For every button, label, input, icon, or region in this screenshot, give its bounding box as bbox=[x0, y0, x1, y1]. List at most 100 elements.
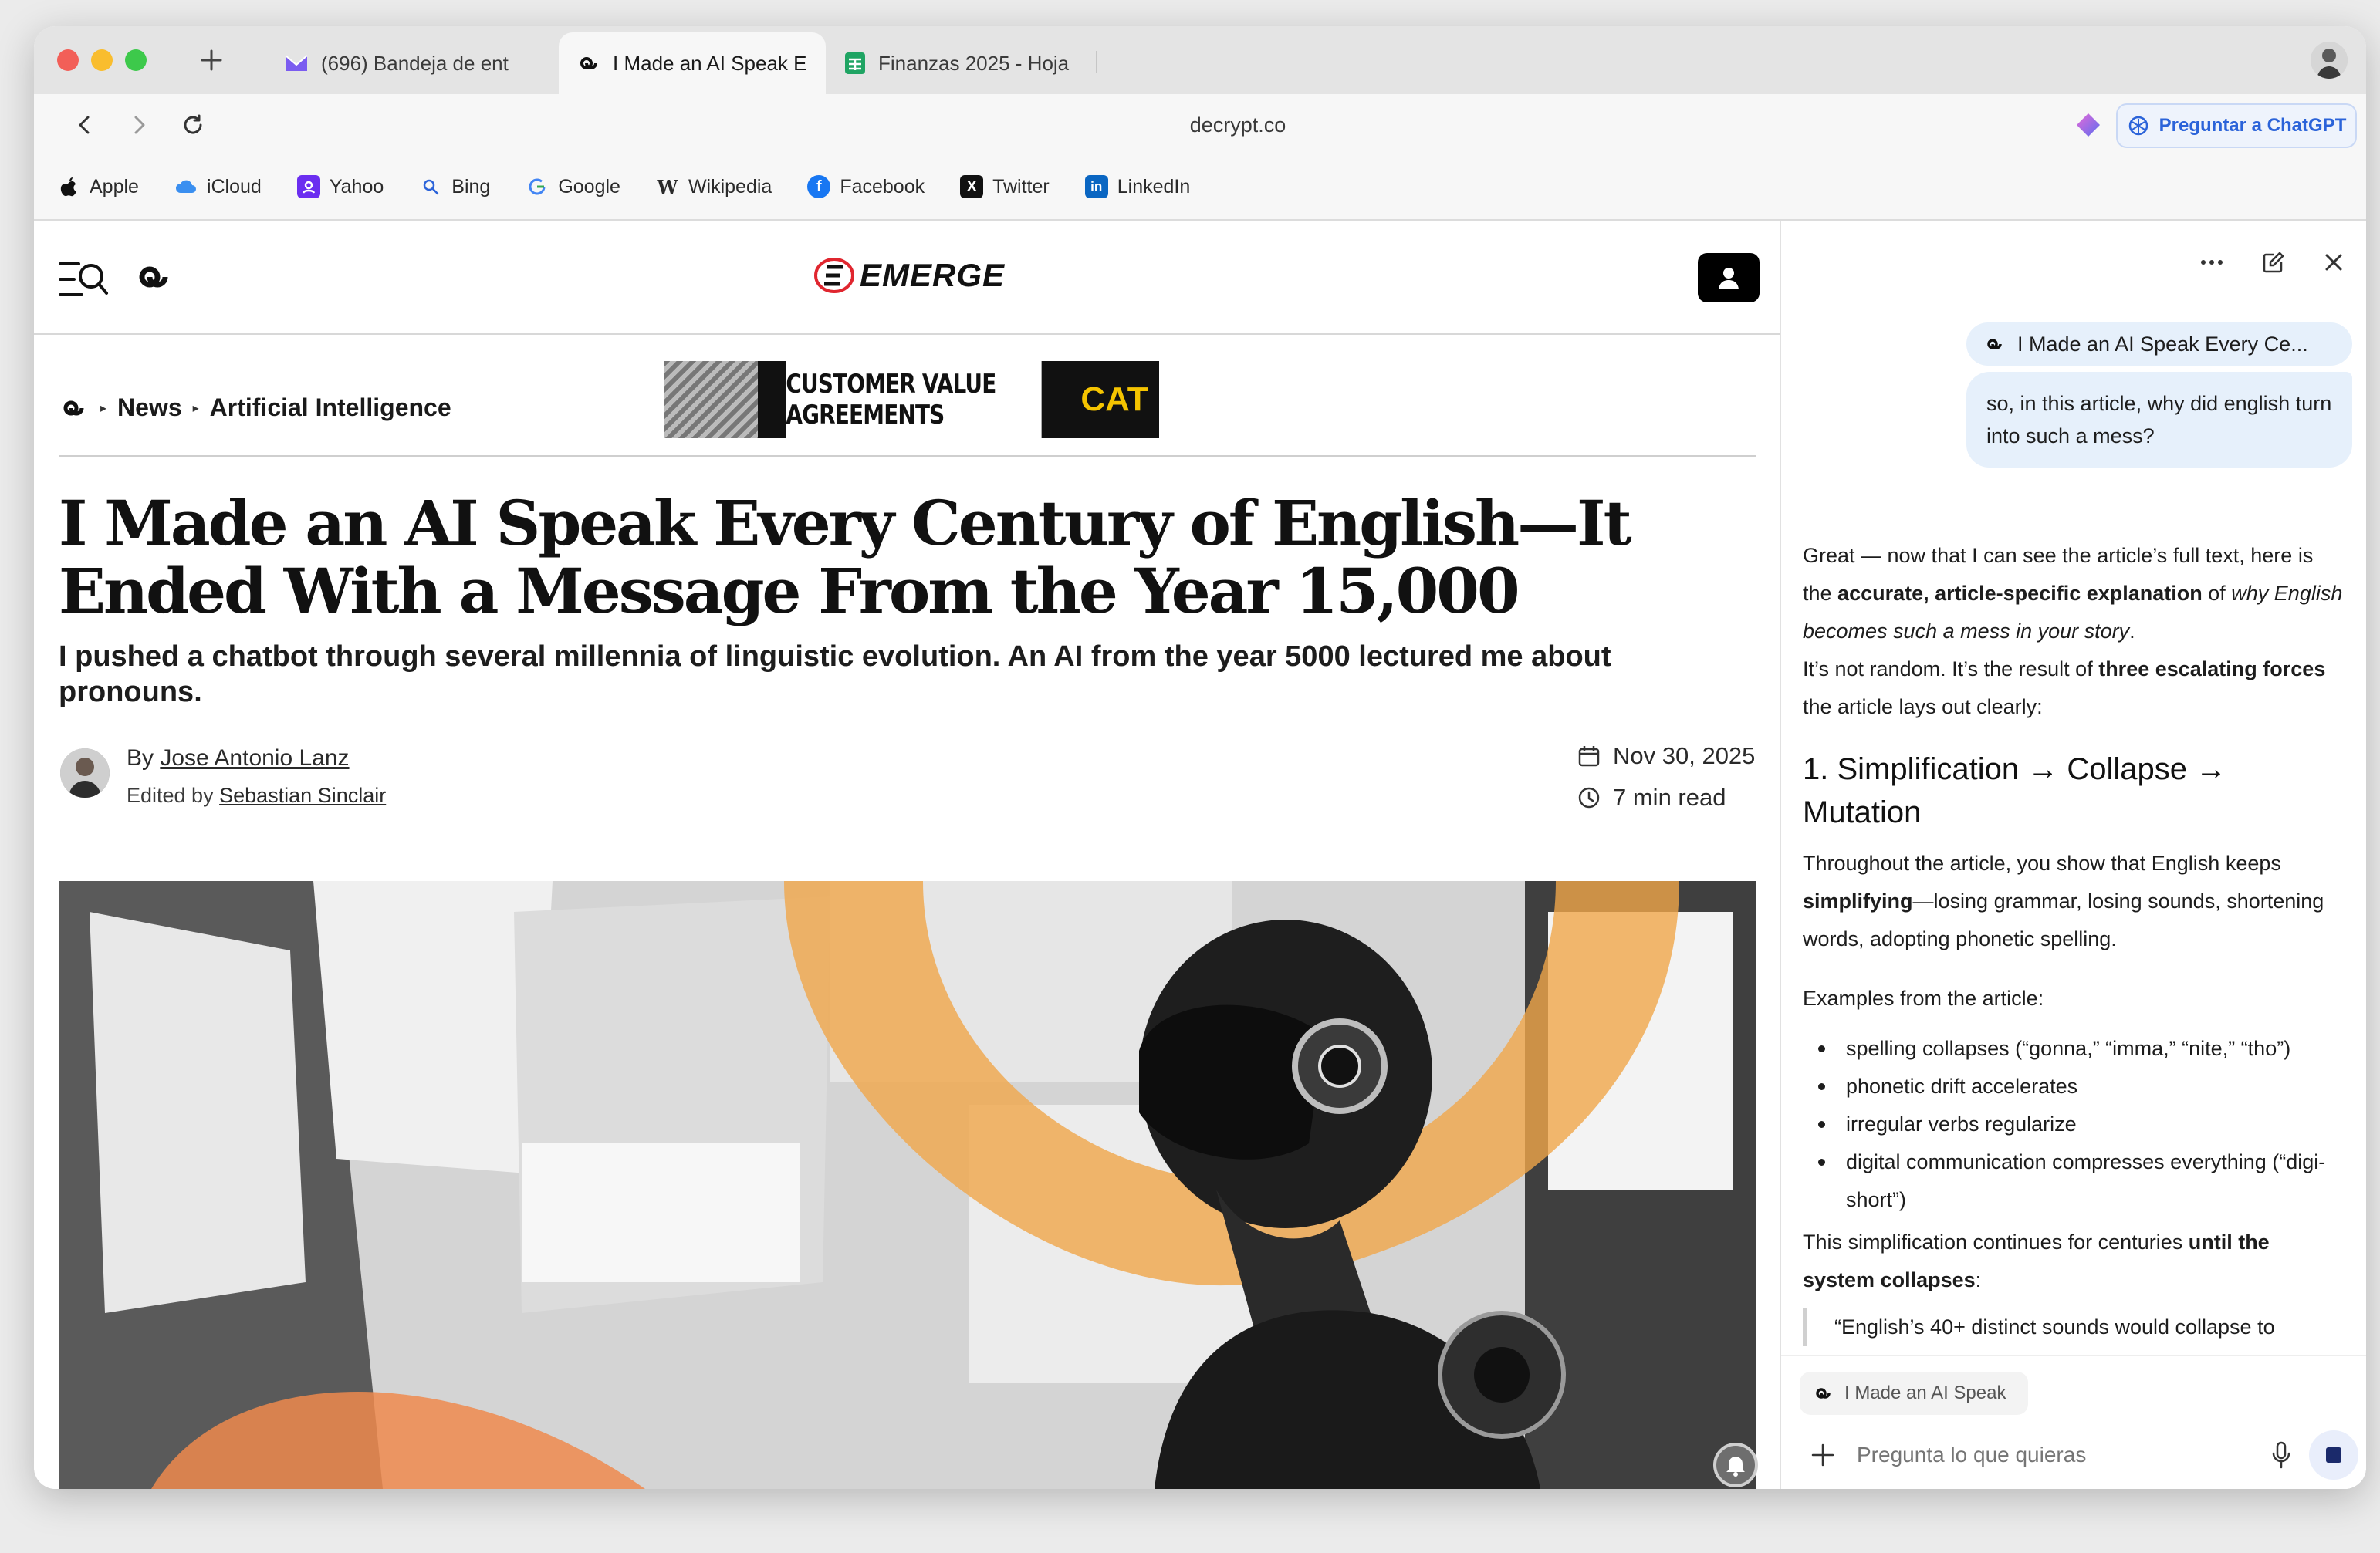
ad-headline: CUSTOMER VALUE AGREEMENTS bbox=[786, 361, 1042, 438]
toolbar: decrypt.co Preguntar a ChatGPT bbox=[34, 94, 2366, 154]
bookmark-yahoo[interactable]: Yahoo bbox=[296, 175, 384, 198]
plus-icon bbox=[1811, 1443, 1834, 1467]
tab-label: (696) Bandeja de ent bbox=[321, 51, 509, 75]
forward-button[interactable] bbox=[122, 108, 156, 142]
sidebar-header bbox=[1781, 221, 2366, 304]
tab-sheets[interactable]: Finanzas 2025 - Hoja bbox=[826, 32, 1093, 94]
context-page-chip[interactable]: I Made an AI Speak Every Ce... bbox=[1966, 322, 2352, 366]
bell-icon bbox=[1726, 1457, 1745, 1477]
bookmark-wikipedia[interactable]: W Wikipedia bbox=[656, 175, 772, 198]
stop-icon bbox=[2326, 1447, 2341, 1463]
chatgpt-icon bbox=[2128, 116, 2148, 136]
read-time: 7 min read bbox=[1577, 784, 1726, 812]
decrypt-logo[interactable] bbox=[134, 259, 174, 299]
bookmark-google[interactable]: Google bbox=[526, 175, 620, 198]
article-page: EMERGE ▸ News ▸ Artificial Intelligence … bbox=[34, 221, 1780, 1489]
bookmark-label: Bing bbox=[451, 175, 491, 198]
context-page-title: I Made an AI Speak Every Ce... bbox=[2017, 332, 2308, 356]
ad-banner[interactable]: CUSTOMER VALUE AGREEMENTS CAT bbox=[664, 361, 1159, 438]
list-item: phonetic drift accelerates bbox=[1803, 1068, 2343, 1106]
wikipedia-icon: W bbox=[657, 175, 678, 198]
attached-page-chip[interactable]: I Made an AI Speak bbox=[1800, 1372, 2028, 1415]
answer-paragraph: This simplification continues for centur… bbox=[1803, 1231, 2270, 1291]
search-icon bbox=[419, 175, 442, 198]
answer-paragraph: Great — now that I can see the article’s… bbox=[1803, 544, 2343, 643]
chatgpt-sidebar: I Made an AI Speak Every Ce... so, in th… bbox=[1780, 221, 2366, 1489]
answer-list: spelling collapses (“gonna,” “imma,” “ni… bbox=[1803, 1030, 2343, 1219]
profile-avatar[interactable] bbox=[2311, 42, 2348, 79]
emerge-wordmark: EMERGE bbox=[860, 257, 1006, 293]
edit-icon bbox=[2263, 252, 2284, 273]
new-chat-button[interactable] bbox=[2255, 244, 2292, 281]
menu-search-icon bbox=[59, 262, 108, 296]
answer-paragraph: It’s not random. It’s the result of thre… bbox=[1803, 657, 2326, 718]
list-item: spelling collapses (“gonna,” “imma,” “ni… bbox=[1803, 1030, 2343, 1068]
ask-chatgpt-label: Preguntar a ChatGPT bbox=[2159, 115, 2347, 136]
bookmark-apple[interactable]: Apple bbox=[57, 175, 139, 198]
google-icon bbox=[526, 175, 549, 198]
more-options-button[interactable] bbox=[2193, 244, 2230, 281]
menu-search-button[interactable] bbox=[59, 258, 110, 301]
bookmark-icloud[interactable]: iCloud bbox=[174, 175, 262, 198]
more-icon bbox=[2201, 260, 2223, 265]
decrypt-icon bbox=[139, 266, 168, 288]
date-text: Nov 30, 2025 bbox=[1613, 742, 1756, 769]
author-avatar[interactable] bbox=[60, 748, 110, 798]
extension-button[interactable] bbox=[2071, 108, 2105, 142]
calendar-icon bbox=[1578, 746, 1600, 767]
article-subheadline: I pushed a chatbot through several mille… bbox=[59, 640, 1611, 708]
plus-icon bbox=[201, 49, 222, 71]
back-button[interactable] bbox=[68, 108, 102, 142]
byline: By Jose Antonio Lanz bbox=[127, 745, 350, 771]
address-bar[interactable]: decrypt.co bbox=[1037, 108, 1438, 142]
breadcrumb-news[interactable]: News bbox=[117, 393, 182, 422]
author-link[interactable]: Jose Antonio Lanz bbox=[160, 745, 349, 771]
breadcrumb-separator: ▸ bbox=[192, 401, 199, 415]
bookmark-label: Google bbox=[558, 175, 620, 198]
new-tab-button[interactable] bbox=[194, 43, 228, 77]
ask-chatgpt-button[interactable]: Preguntar a ChatGPT bbox=[2116, 103, 2357, 148]
decrypt-icon bbox=[1816, 1388, 1831, 1399]
decrypt-icon[interactable] bbox=[60, 397, 90, 420]
bookmark-label: Wikipedia bbox=[688, 175, 772, 198]
emerge-logo[interactable]: EMERGE bbox=[813, 256, 1005, 295]
account-button[interactable] bbox=[1698, 253, 1760, 302]
breadcrumb-ai[interactable]: Artificial Intelligence bbox=[210, 393, 451, 422]
stop-generating-button[interactable] bbox=[2309, 1430, 2358, 1480]
answer-quote: “English’s 40+ distinct sounds would col… bbox=[1803, 1308, 2343, 1346]
reload-button[interactable] bbox=[176, 108, 210, 142]
editor-link[interactable]: Sebastian Sinclair bbox=[219, 784, 386, 807]
zoom-window-button[interactable] bbox=[125, 49, 147, 71]
editor-line: Edited by Sebastian Sinclair bbox=[127, 784, 386, 808]
editor-prefix: Edited by bbox=[127, 784, 214, 807]
bookmark-twitter[interactable]: X Twitter bbox=[960, 175, 1050, 198]
bookmark-label: LinkedIn bbox=[1117, 175, 1191, 198]
emerge-mark-icon bbox=[814, 258, 854, 293]
bookmarks-bar: Apple iCloud Yahoo Bing Google W Wikiped… bbox=[34, 154, 2366, 221]
assistant-answer: Great — now that I can see the article’s… bbox=[1803, 537, 2343, 1346]
linkedin-icon: in bbox=[1084, 175, 1108, 198]
add-attachment-button[interactable] bbox=[1807, 1440, 1838, 1470]
tab-mail[interactable]: (696) Bandeja de ent bbox=[265, 32, 559, 94]
minimize-window-button[interactable] bbox=[91, 49, 113, 71]
close-sidebar-button[interactable] bbox=[2315, 244, 2352, 281]
ad-brand-logo: CAT bbox=[1070, 361, 1159, 438]
close-window-button[interactable] bbox=[57, 49, 79, 71]
chevron-left-icon bbox=[79, 116, 90, 134]
bookmark-bing[interactable]: Bing bbox=[419, 175, 490, 198]
mail-icon bbox=[285, 55, 308, 71]
voice-input-button[interactable] bbox=[2264, 1438, 2298, 1472]
cloud-icon bbox=[174, 175, 198, 198]
ad-image bbox=[664, 361, 758, 438]
tab-article[interactable]: I Made an AI Speak E bbox=[559, 32, 826, 94]
tab-strip: (696) Bandeja de ent I Made an AI Speak … bbox=[34, 26, 2366, 94]
notifications-button[interactable] bbox=[1713, 1443, 1758, 1487]
publish-date: Nov 30, 2025 bbox=[1577, 742, 1755, 770]
prompt-input[interactable] bbox=[1857, 1438, 2181, 1472]
tab-label: I Made an AI Speak E bbox=[613, 51, 807, 75]
site-header: EMERGE bbox=[34, 221, 1780, 335]
bookmark-facebook[interactable]: f Facebook bbox=[807, 175, 925, 198]
apple-icon bbox=[57, 175, 80, 198]
bookmark-linkedin[interactable]: in LinkedIn bbox=[1084, 175, 1191, 198]
gem-icon bbox=[2077, 113, 2100, 137]
